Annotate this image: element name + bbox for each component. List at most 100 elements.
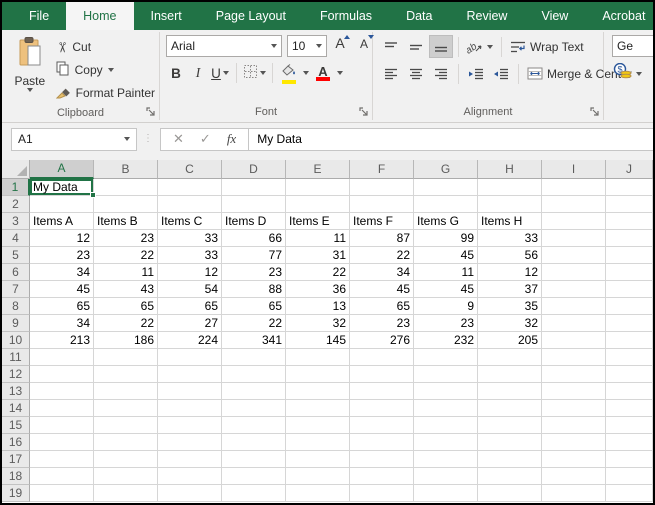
cell-b18[interactable] [94, 468, 158, 485]
row-header-11[interactable]: 11 [2, 349, 30, 366]
cell-f4[interactable]: 87 [350, 230, 414, 247]
cell-j10[interactable] [606, 332, 653, 349]
cell-f13[interactable] [350, 383, 414, 400]
cell-b4[interactable]: 23 [94, 230, 158, 247]
cell-i6[interactable] [542, 264, 606, 281]
cell-a15[interactable] [30, 417, 94, 434]
font-color-caret-button[interactable] [335, 62, 345, 84]
cell-b8[interactable]: 65 [94, 298, 158, 315]
cell-h10[interactable]: 205 [478, 332, 542, 349]
cell-d8[interactable]: 65 [222, 298, 286, 315]
cell-e14[interactable] [286, 400, 350, 417]
cell-g2[interactable] [414, 196, 478, 213]
cell-e19[interactable] [286, 485, 350, 502]
row-header-17[interactable]: 17 [2, 451, 30, 468]
cell-c14[interactable] [158, 400, 222, 417]
cell-j15[interactable] [606, 417, 653, 434]
cell-d1[interactable] [222, 179, 286, 196]
cell-f16[interactable] [350, 434, 414, 451]
cell-j5[interactable] [606, 247, 653, 264]
cell-d6[interactable]: 23 [222, 264, 286, 281]
italic-button[interactable]: I [188, 62, 208, 84]
cell-i13[interactable] [542, 383, 606, 400]
row-header-1[interactable]: 1 [2, 179, 30, 196]
cell-a4[interactable]: 12 [30, 230, 94, 247]
number-format-combo[interactable]: Ge [612, 35, 653, 57]
underline-button[interactable]: U [210, 62, 230, 84]
cell-f14[interactable] [350, 400, 414, 417]
increase-font-size-button[interactable]: A [329, 35, 351, 57]
cell-c4[interactable]: 33 [158, 230, 222, 247]
cell-b6[interactable]: 11 [94, 264, 158, 281]
cell-f5[interactable]: 22 [350, 247, 414, 264]
cell-g5[interactable]: 45 [414, 247, 478, 264]
paste-button[interactable]: Paste [8, 35, 52, 92]
row-header-15[interactable]: 15 [2, 417, 30, 434]
cell-c18[interactable] [158, 468, 222, 485]
clipboard-dialog-launcher[interactable] [146, 107, 156, 117]
cell-i15[interactable] [542, 417, 606, 434]
cell-h14[interactable] [478, 400, 542, 417]
cell-h7[interactable]: 37 [478, 281, 542, 298]
row-header-8[interactable]: 8 [2, 298, 30, 315]
cell-b17[interactable] [94, 451, 158, 468]
column-header-h[interactable]: H [478, 160, 542, 179]
cell-h2[interactable] [478, 196, 542, 213]
cell-e17[interactable] [286, 451, 350, 468]
font-name-combo[interactable]: Arial [166, 35, 282, 57]
cell-b1[interactable] [94, 179, 158, 196]
fill-color-button[interactable] [279, 62, 299, 84]
cell-b7[interactable]: 43 [94, 281, 158, 298]
cell-f15[interactable] [350, 417, 414, 434]
cell-h12[interactable] [478, 366, 542, 383]
cut-button[interactable]: ✂ Cut [54, 37, 155, 57]
cell-a7[interactable]: 45 [30, 281, 94, 298]
column-header-e[interactable]: E [286, 160, 350, 179]
cell-i3[interactable] [542, 213, 606, 230]
row-header-6[interactable]: 6 [2, 264, 30, 281]
cell-f12[interactable] [350, 366, 414, 383]
cell-h17[interactable] [478, 451, 542, 468]
cell-c1[interactable] [158, 179, 222, 196]
cell-j4[interactable] [606, 230, 653, 247]
cell-f9[interactable]: 23 [350, 315, 414, 332]
cell-a18[interactable] [30, 468, 94, 485]
cell-e6[interactable]: 22 [286, 264, 350, 281]
middle-align-button[interactable] [404, 35, 428, 58]
cell-d12[interactable] [222, 366, 286, 383]
tab-file[interactable]: File [12, 2, 66, 30]
cell-b16[interactable] [94, 434, 158, 451]
cell-a3[interactable]: Items A [30, 213, 94, 230]
cell-g19[interactable] [414, 485, 478, 502]
formula-bar-grip[interactable]: ⋮ [143, 134, 154, 144]
cell-c11[interactable] [158, 349, 222, 366]
cell-f8[interactable]: 65 [350, 298, 414, 315]
cell-f2[interactable] [350, 196, 414, 213]
cell-j3[interactable] [606, 213, 653, 230]
cell-g4[interactable]: 99 [414, 230, 478, 247]
cell-e7[interactable]: 36 [286, 281, 350, 298]
bottom-align-button[interactable] [429, 35, 453, 58]
cell-g17[interactable] [414, 451, 478, 468]
row-header-4[interactable]: 4 [2, 230, 30, 247]
column-header-b[interactable]: B [94, 160, 158, 179]
cell-j6[interactable] [606, 264, 653, 281]
cell-g8[interactable]: 9 [414, 298, 478, 315]
cell-b3[interactable]: Items B [94, 213, 158, 230]
cell-i11[interactable] [542, 349, 606, 366]
cell-d5[interactable]: 77 [222, 247, 286, 264]
cell-a6[interactable]: 34 [30, 264, 94, 281]
cell-i1[interactable] [542, 179, 606, 196]
cell-e5[interactable]: 31 [286, 247, 350, 264]
column-header-c[interactable]: C [158, 160, 222, 179]
cell-d9[interactable]: 22 [222, 315, 286, 332]
row-header-18[interactable]: 18 [2, 468, 30, 485]
cell-c8[interactable]: 65 [158, 298, 222, 315]
align-left-button[interactable] [379, 62, 403, 85]
cell-h18[interactable] [478, 468, 542, 485]
cell-f19[interactable] [350, 485, 414, 502]
cell-g12[interactable] [414, 366, 478, 383]
tab-home[interactable]: Home [66, 2, 134, 30]
cell-i8[interactable] [542, 298, 606, 315]
row-header-16[interactable]: 16 [2, 434, 30, 451]
